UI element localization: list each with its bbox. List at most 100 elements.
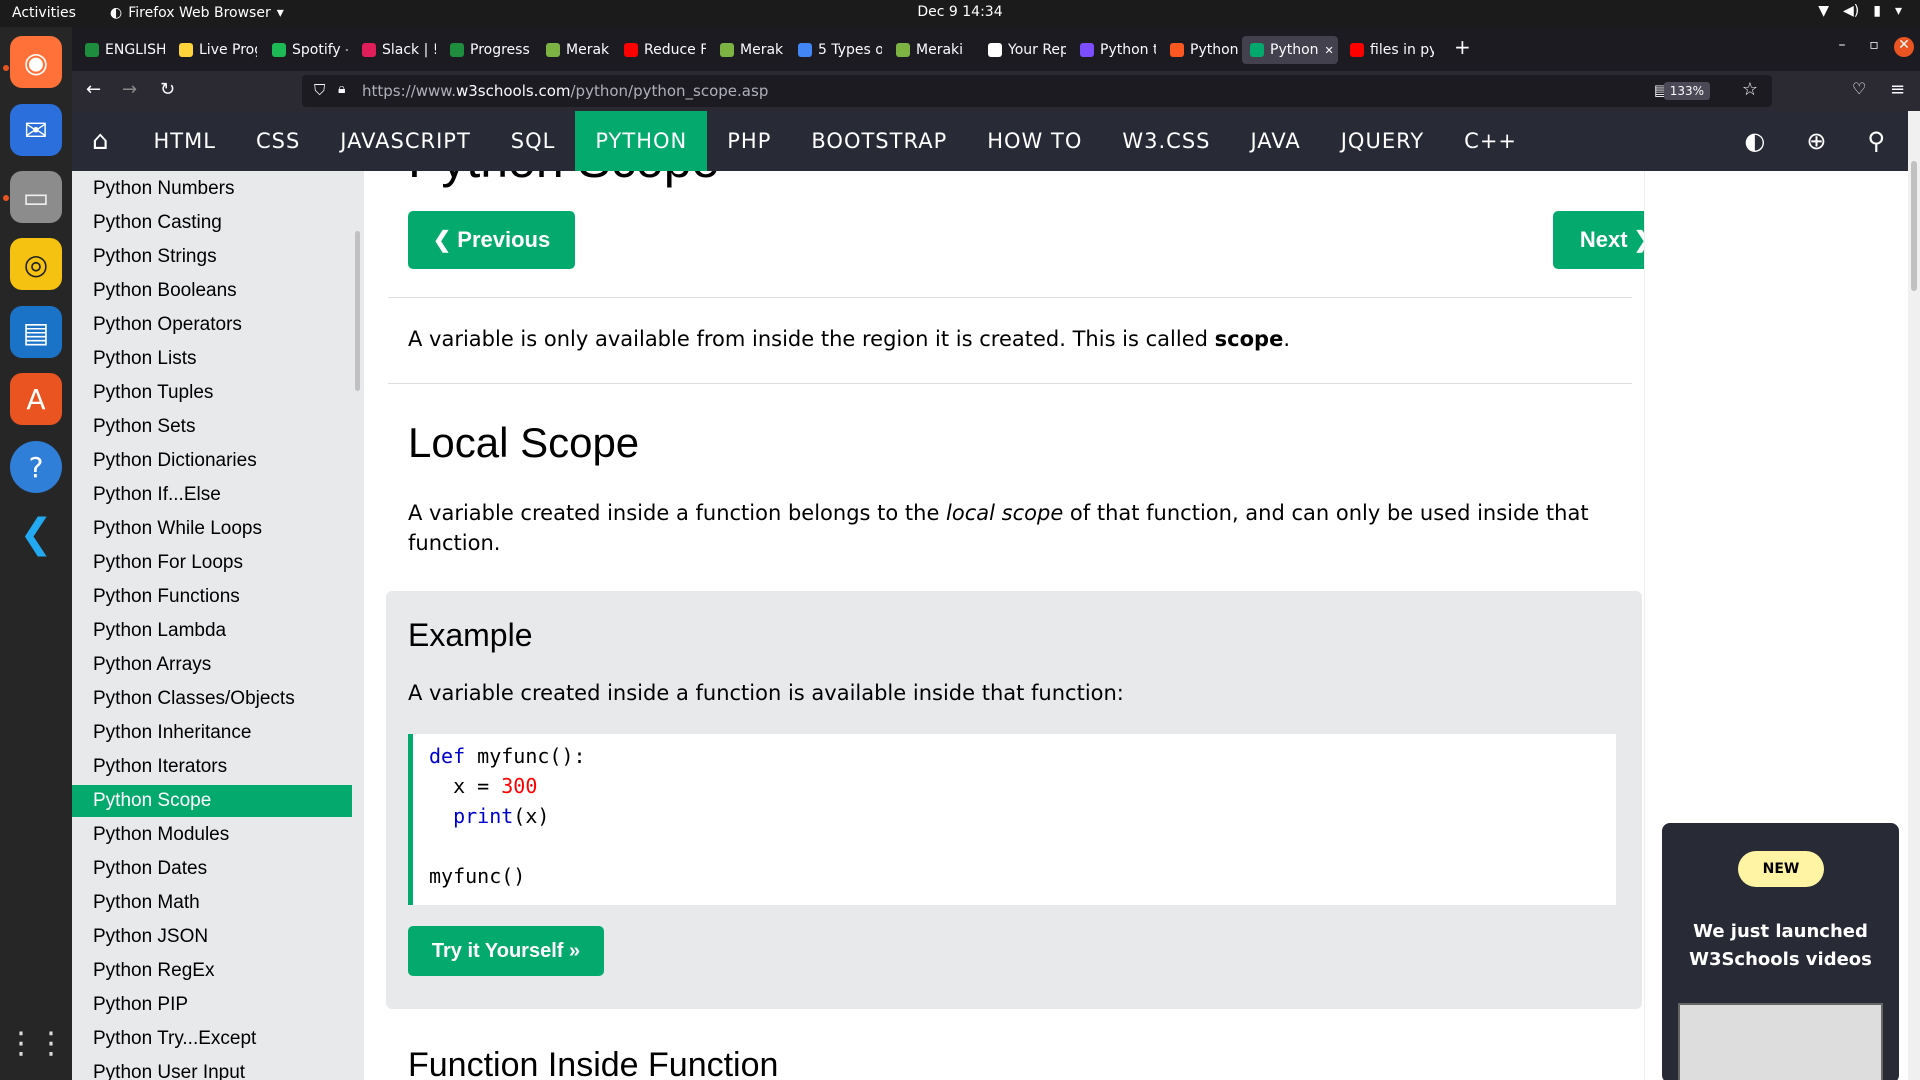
page-scrollbar[interactable]: [1908, 111, 1920, 1080]
sidebar-link[interactable]: Python Try...Except: [72, 1023, 352, 1055]
sidebar-link[interactable]: Python Arrays: [72, 649, 352, 681]
sidebar-link[interactable]: Python Scope: [72, 785, 352, 817]
nav-item-how-to[interactable]: HOW TO: [967, 111, 1102, 171]
browser-tab[interactable]: 5 Types of: [790, 36, 882, 64]
rhythmbox-icon[interactable]: ◎: [10, 238, 62, 290]
scrollbar-thumb[interactable]: [1911, 161, 1917, 291]
browser-tab[interactable]: ENGLISH I: [77, 36, 165, 64]
browser-tab[interactable]: Meraki: [538, 36, 610, 64]
browser-tab[interactable]: Python Fu: [1162, 36, 1246, 64]
browser-tab[interactable]: Python ✕: [1242, 36, 1338, 64]
sidebar-link[interactable]: Python Casting: [72, 207, 352, 239]
browser-tab[interactable]: Meraki: [712, 36, 784, 64]
sidebar-link[interactable]: Python PIP: [72, 989, 352, 1021]
sidebar-link[interactable]: Python Operators: [72, 309, 352, 341]
reload-icon[interactable]: ↻: [160, 79, 175, 100]
minimize-icon[interactable]: –: [1832, 37, 1852, 57]
tab-label: files in pyt: [1370, 42, 1434, 58]
lock-icon[interactable]: 🔒︎: [338, 81, 345, 97]
sidebar-link[interactable]: Python Iterators: [72, 751, 352, 783]
sidebar-link[interactable]: Python For Loops: [72, 547, 352, 579]
nav-item-w3-css[interactable]: W3.CSS: [1102, 111, 1230, 171]
browser-tab[interactable]: Slack | ! Hi: [354, 36, 436, 64]
restore-icon[interactable]: ▫: [1864, 37, 1884, 57]
nav-item-sql[interactable]: SQL: [491, 111, 576, 171]
sidebar-link[interactable]: Python JSON: [72, 921, 352, 953]
browser-tab[interactable]: Live Progr: [171, 36, 257, 64]
sidebar-link[interactable]: Python Numbers: [72, 173, 352, 205]
close-tab-icon[interactable]: ✕: [1325, 44, 1334, 57]
w3schools-topnav: ⌂ HTML CSS JAVASCRIPT SQL PYTHON PHP BOOTSTRAP…: [72, 111, 1908, 171]
files-icon[interactable]: ▭: [10, 171, 62, 223]
zoom-level[interactable]: 133%: [1663, 82, 1710, 100]
tab-label: Your Repo: [1008, 42, 1066, 58]
sidebar-link[interactable]: Python If...Else: [72, 479, 352, 511]
bookmark-star-icon[interactable]: ☆: [1742, 79, 1758, 100]
browser-tab[interactable]: Progress T: [442, 36, 532, 64]
previous-button[interactable]: ❮ Previous: [408, 211, 575, 269]
browser-tab[interactable]: Your Repo: [980, 36, 1066, 64]
nav-item-bootstrap[interactable]: BOOTSTRAP: [791, 111, 967, 171]
vscode-icon[interactable]: ❮: [10, 508, 62, 560]
browser-tab[interactable]: files in pyt: [1342, 36, 1434, 64]
browser-tab[interactable]: Spotify – S: [264, 36, 348, 64]
browser-tab[interactable]: Python tin: [1072, 36, 1156, 64]
sidebar-link[interactable]: Python Functions: [72, 581, 352, 613]
sidebar-link[interactable]: Python While Loops: [72, 513, 352, 545]
new-tab-icon[interactable]: +: [1454, 35, 1471, 59]
nav-item-jquery[interactable]: JQUERY: [1321, 111, 1444, 171]
sidebar-link[interactable]: Python Dictionaries: [72, 445, 352, 477]
pocket-icon[interactable]: ♡: [1852, 79, 1866, 98]
system-tray[interactable]: ▼ ◀) ▮ ▾: [1818, 3, 1902, 19]
contrast-icon[interactable]: ◐: [1744, 127, 1766, 155]
shield-icon[interactable]: ⛉: [314, 81, 325, 99]
software-icon[interactable]: A: [10, 373, 62, 425]
sidebar-link[interactable]: Python Dates: [72, 853, 352, 885]
thunderbird-icon[interactable]: ✉: [10, 104, 62, 156]
try-it-yourself-button[interactable]: Try it Yourself »: [408, 926, 604, 976]
url-text[interactable]: https://www.w3schools.com/python/python_…: [362, 82, 768, 100]
nav-item-css[interactable]: CSS: [236, 111, 320, 171]
activities-button[interactable]: Activities: [12, 5, 76, 21]
home-icon[interactable]: ⌂: [72, 111, 134, 171]
back-arrow-icon[interactable]: ←: [86, 79, 101, 100]
nav-item-python[interactable]: PYTHON: [575, 111, 708, 171]
nav-item-html[interactable]: HTML: [134, 111, 236, 171]
globe-icon[interactable]: ⊕: [1806, 127, 1827, 155]
help-icon[interactable]: ?: [10, 441, 62, 493]
code-line: print(x): [429, 804, 550, 828]
apps-grid-icon[interactable]: ⋮⋮: [6, 1017, 66, 1069]
browser-tab[interactable]: Reduce Fu: [616, 36, 706, 64]
nav-item-c-[interactable]: C++: [1444, 111, 1537, 171]
firefox-icon[interactable]: ◉: [10, 36, 62, 88]
sidebar-link[interactable]: Python Inheritance: [72, 717, 352, 749]
nav-item-javascript[interactable]: JAVASCRIPT: [320, 111, 491, 171]
sidebar-link[interactable]: Python Sets: [72, 411, 352, 443]
sidebar-link[interactable]: Python Lambda: [72, 615, 352, 647]
sidebar-link[interactable]: Python RegEx: [72, 955, 352, 987]
menu-icon[interactable]: ≡: [1890, 79, 1905, 100]
sidebar-link[interactable]: Python Modules: [72, 819, 352, 851]
forward-arrow-icon[interactable]: →: [122, 79, 137, 100]
search-icon[interactable]: ⚲: [1867, 127, 1886, 155]
address-bar[interactable]: ⛉ 🔒︎ https://www.w3schools.com/python/py…: [302, 75, 1772, 107]
sidebar-link[interactable]: Python Booleans: [72, 275, 352, 307]
nav-item-php[interactable]: PHP: [707, 111, 791, 171]
video-thumbnail[interactable]: [1678, 1003, 1883, 1080]
nav-item-java[interactable]: JAVA: [1230, 111, 1320, 171]
sidebar-link[interactable]: Python Strings: [72, 241, 352, 273]
clock[interactable]: Dec 9 14:34: [0, 4, 1920, 20]
sidebar-scrollbar[interactable]: [355, 231, 360, 391]
sidebar-link[interactable]: Python Lists: [72, 343, 352, 375]
sidebar-link[interactable]: Python Classes/Objects: [72, 683, 352, 715]
sidebar-link[interactable]: Python Math: [72, 887, 352, 919]
app-name: Firefox Web Browser: [128, 5, 271, 21]
sidebar-link[interactable]: Python User Input: [72, 1057, 352, 1080]
writer-icon[interactable]: ▤: [10, 306, 62, 358]
close-window-icon[interactable]: ✕: [1894, 37, 1914, 57]
tab-favicon-icon: [1170, 43, 1184, 57]
promo-card[interactable]: NEW We just launched W3Schools videos: [1662, 823, 1899, 1080]
sidebar-link[interactable]: Python Tuples: [72, 377, 352, 409]
browser-tab[interactable]: Meraki: [888, 36, 974, 64]
app-menu[interactable]: ◐ Firefox Web Browser ▾: [110, 5, 284, 21]
